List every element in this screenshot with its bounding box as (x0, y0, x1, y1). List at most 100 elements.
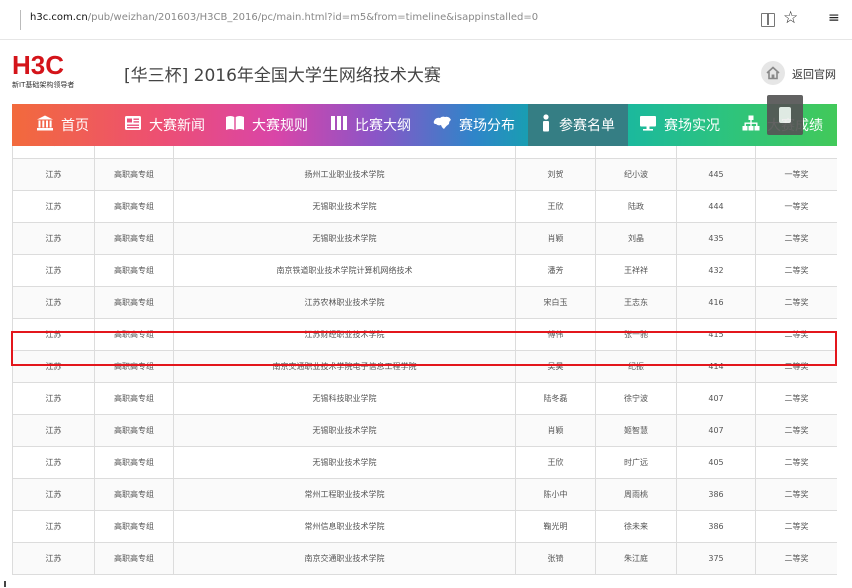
nav-label-news: 大赛新闻 (149, 118, 205, 134)
home-icon[interactable] (761, 61, 785, 85)
nav-label-participants: 参赛名单 (559, 118, 615, 134)
map-icon (432, 115, 452, 135)
group-cell: 高职高专组 (94, 542, 174, 575)
nav-item-live[interactable]: 赛场实况 (639, 104, 720, 146)
score-cell: 375 (676, 542, 756, 575)
logo-mark: H3C (12, 50, 65, 80)
table-row: 江苏 高职高专组 南京铁道职业技术学院计算机网络技术 潘芳 王祥祥 432 二等奖 (12, 254, 837, 287)
group-cell: 高职高专组 (94, 510, 174, 543)
nav-item-participants[interactable]: 参赛名单 (528, 104, 628, 146)
school-cell: 无锡科技职业学院 (173, 382, 516, 415)
outline-icon (330, 115, 348, 135)
score-cell: 445 (676, 146, 756, 159)
url-path: /pub/weizhan/201603/H3CB_2016/pc/main.ht… (87, 12, 539, 23)
favorite-star-icon[interactable]: ☆ (783, 8, 798, 28)
member-a-cell: 刘贺 (515, 158, 596, 191)
school-cell: 无锡职业技术学院 (173, 190, 516, 223)
monitor-icon (639, 115, 657, 135)
prize-cell: 二等奖 (755, 542, 837, 575)
nav-item-home[interactable]: 首页 (36, 104, 89, 146)
page: { "browser": { "url_domain": "h3c.com.cn… (0, 0, 852, 588)
h3c-logo[interactable]: H3C 新IT基础架构领导者 (12, 51, 74, 90)
score-cell: 386 (676, 510, 756, 543)
menu-icon[interactable]: ≡ (828, 10, 840, 26)
results-table-container[interactable]: 江苏高职高专组无锡科技职业学院侯海燕张梦楠445一等奖江苏高职高专组扬州工业职业… (12, 146, 837, 588)
main-nav: 首页 大赛新闻 大赛规则 比赛大纲 赛场分布 参赛名单 赛场实况 大赛成绩 (12, 104, 837, 146)
member-a-cell: 肖颖 (515, 222, 596, 255)
prize-cell: 二等奖 (755, 222, 837, 255)
prize-cell: 一等奖 (755, 190, 837, 223)
member-a-cell: 潘芳 (515, 254, 596, 287)
province-cell: 江苏 (12, 510, 95, 543)
school-cell: 无锡科技职业学院 (173, 146, 516, 159)
table-row: 江苏高职高专组无锡科技职业学院侯海燕张梦楠445一等奖 (12, 146, 837, 159)
group-cell: 高职高专组 (94, 286, 174, 319)
group-cell: 高职高专组 (94, 382, 174, 415)
score-cell: 407 (676, 382, 756, 415)
school-cell: 江苏财经职业技术学院 (173, 318, 516, 351)
member-a-cell: 宋白玉 (515, 286, 596, 319)
province-cell: 江苏 (12, 222, 95, 255)
member-b-cell: 张梦楠 (595, 146, 677, 159)
prize-cell: 一等奖 (755, 158, 837, 191)
member-a-cell: 肖颖 (515, 414, 596, 447)
member-a-cell: 王欣 (515, 190, 596, 223)
table-row: 江苏 高职高专组 常州信息职业技术学院 鞠光明 徐未来 386 二等奖 (12, 510, 837, 543)
school-cell: 无锡职业技术学院 (173, 446, 516, 479)
nav-label-home: 首页 (61, 118, 89, 134)
nav-item-outline[interactable]: 比赛大纲 (330, 104, 411, 146)
nav-item-news[interactable]: 大赛新闻 (124, 104, 205, 146)
nav-label-rules: 大赛规则 (252, 118, 308, 134)
table-row: 江苏 高职高专组 南京交通职业技术学院电子信息工程学院 吴昊 纪振 414 二等奖 (12, 350, 837, 383)
table-row: 江苏 高职高专组 江苏农林职业技术学院 宋白玉 王志东 416 二等奖 (12, 286, 837, 319)
province-cell: 江苏 (12, 478, 95, 511)
group-cell: 高职高专组 (94, 350, 174, 383)
member-b-cell: 时广远 (595, 446, 677, 479)
nav-item-venues[interactable]: 赛场分布 (432, 104, 515, 146)
group-cell: 高职高专组 (94, 446, 174, 479)
member-b-cell: 刘晶 (595, 222, 677, 255)
member-b-cell: 张一驰 (595, 318, 677, 351)
group-cell: 高职高专组 (94, 158, 174, 191)
back-to-site-link[interactable]: 返回官网 (792, 66, 836, 82)
school-cell: 南京交通职业技术学院 (173, 542, 516, 575)
member-b-cell: 纪小波 (595, 158, 677, 191)
prize-cell: 二等奖 (755, 286, 837, 319)
nav-label-outline: 比赛大纲 (355, 118, 411, 134)
group-cell: 高职高专组 (94, 318, 174, 351)
province-cell: 江苏 (12, 382, 95, 415)
province-cell: 江苏 (12, 542, 95, 575)
member-b-cell: 徐宁波 (595, 382, 677, 415)
table-row: 江苏 高职高专组 南京交通职业技术学院 张锜 朱江庭 375 二等奖 (12, 542, 837, 575)
table-row: 江苏 高职高专组 无锡职业技术学院 王欣 时广远 405 二等奖 (12, 446, 837, 479)
reading-view-icon[interactable] (761, 13, 775, 27)
school-cell: 无锡职业技术学院 (173, 414, 516, 447)
member-b-cell: 朱江庭 (595, 542, 677, 575)
table-row: 江苏 高职高专组 无锡职业技术学院 肖颖 刘晶 435 二等奖 (12, 222, 837, 255)
nav-item-rules[interactable]: 大赛规则 (225, 104, 308, 146)
url-domain: h3c.com.cn (30, 12, 88, 23)
member-a-cell: 陈小中 (515, 478, 596, 511)
person-icon (540, 114, 552, 136)
province-cell: 江苏 (12, 414, 95, 447)
province-cell: 江苏 (12, 254, 95, 287)
group-cell: 高职高专组 (94, 254, 174, 287)
school-cell: 江苏农林职业技术学院 (173, 286, 516, 319)
score-cell: 386 (676, 478, 756, 511)
member-b-cell: 陆政 (595, 190, 677, 223)
prize-cell: 二等奖 (755, 478, 837, 511)
bank-icon (36, 115, 54, 135)
page-title: [华三杯] 2016年全国大学生网络技术大赛 (124, 66, 441, 86)
group-cell: 高职高专组 (94, 414, 174, 447)
member-b-cell: 纪振 (595, 350, 677, 383)
tree-icon (742, 115, 760, 135)
member-a-cell: 张锜 (515, 542, 596, 575)
province-cell: 江苏 (12, 318, 95, 351)
score-cell: 416 (676, 286, 756, 319)
address-bar[interactable]: h3c.com.cn/pub/weizhan/201603/H3CB_2016/… (0, 0, 852, 40)
table-row: 江苏 高职高专组 无锡职业技术学院 王欣 陆政 444 一等奖 (12, 190, 837, 223)
province-cell: 江苏 (12, 446, 95, 479)
school-cell: 常州工程职业技术学院 (173, 478, 516, 511)
school-cell: 扬州工业职业技术学院 (173, 158, 516, 191)
url-text[interactable]: h3c.com.cn/pub/weizhan/201603/H3CB_2016/… (30, 12, 538, 23)
